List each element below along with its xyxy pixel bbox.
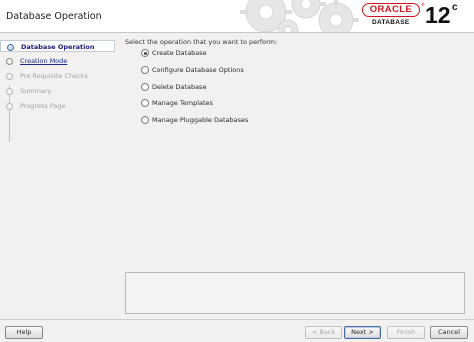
radio-icon[interactable] <box>141 99 149 107</box>
operation-prompt: Select the operation that you want to pe… <box>125 38 278 46</box>
step-label: Creation Mode <box>20 57 68 65</box>
step-pending-icon <box>6 58 13 65</box>
step-progress-page: Progress Page <box>0 100 115 112</box>
operation-panel: Select the operation that you want to pe… <box>118 35 474 318</box>
radio-selected-icon[interactable] <box>141 49 149 57</box>
step-pending-icon <box>6 73 13 80</box>
step-pending-icon <box>6 88 13 95</box>
step-creation-mode[interactable]: Creation Mode <box>0 55 115 67</box>
steps-navigation: Database Operation Creation Mode Pre Req… <box>0 38 115 318</box>
option-label: Manage Pluggable Databases <box>152 116 249 124</box>
option-label: Configure Database Options <box>152 66 244 74</box>
step-label: Progress Page <box>20 102 66 110</box>
step-label: Database Operation <box>21 43 95 51</box>
page-title: Database Operation <box>6 11 102 22</box>
next-button[interactable]: Next > <box>344 326 381 339</box>
message-pane <box>125 272 465 314</box>
back-button: < Back <box>305 326 342 339</box>
radio-icon[interactable] <box>141 66 149 74</box>
step-current-icon <box>7 44 14 51</box>
step-summary: Summary <box>0 85 115 97</box>
radio-icon[interactable] <box>141 116 149 124</box>
oracle-logo-version-suffix: c <box>452 2 458 13</box>
step-label: Summary <box>20 87 52 95</box>
step-pre-requisite-checks: Pre Requisite Checks <box>0 70 115 82</box>
oracle-logo-product: DATABASE <box>372 19 410 26</box>
radio-icon[interactable] <box>141 83 149 91</box>
option-label: Delete Database <box>152 83 207 91</box>
finish-button: Finish <box>387 326 425 339</box>
step-pending-icon <box>6 103 13 110</box>
oracle-logo-wordmark: ORACLE <box>362 3 420 17</box>
step-database-operation[interactable]: Database Operation <box>0 40 115 52</box>
oracle-logo-version: 12 <box>425 2 451 28</box>
cancel-button[interactable]: Cancel <box>430 326 468 339</box>
footer-divider <box>0 319 474 320</box>
step-label: Pre Requisite Checks <box>20 72 88 80</box>
option-label: Manage Templates <box>152 99 213 107</box>
help-button[interactable]: Help <box>5 326 43 339</box>
option-label: Create Database <box>152 49 207 57</box>
header-banner: Database Operation ORACLE ® DATABASE 12 … <box>0 0 474 33</box>
